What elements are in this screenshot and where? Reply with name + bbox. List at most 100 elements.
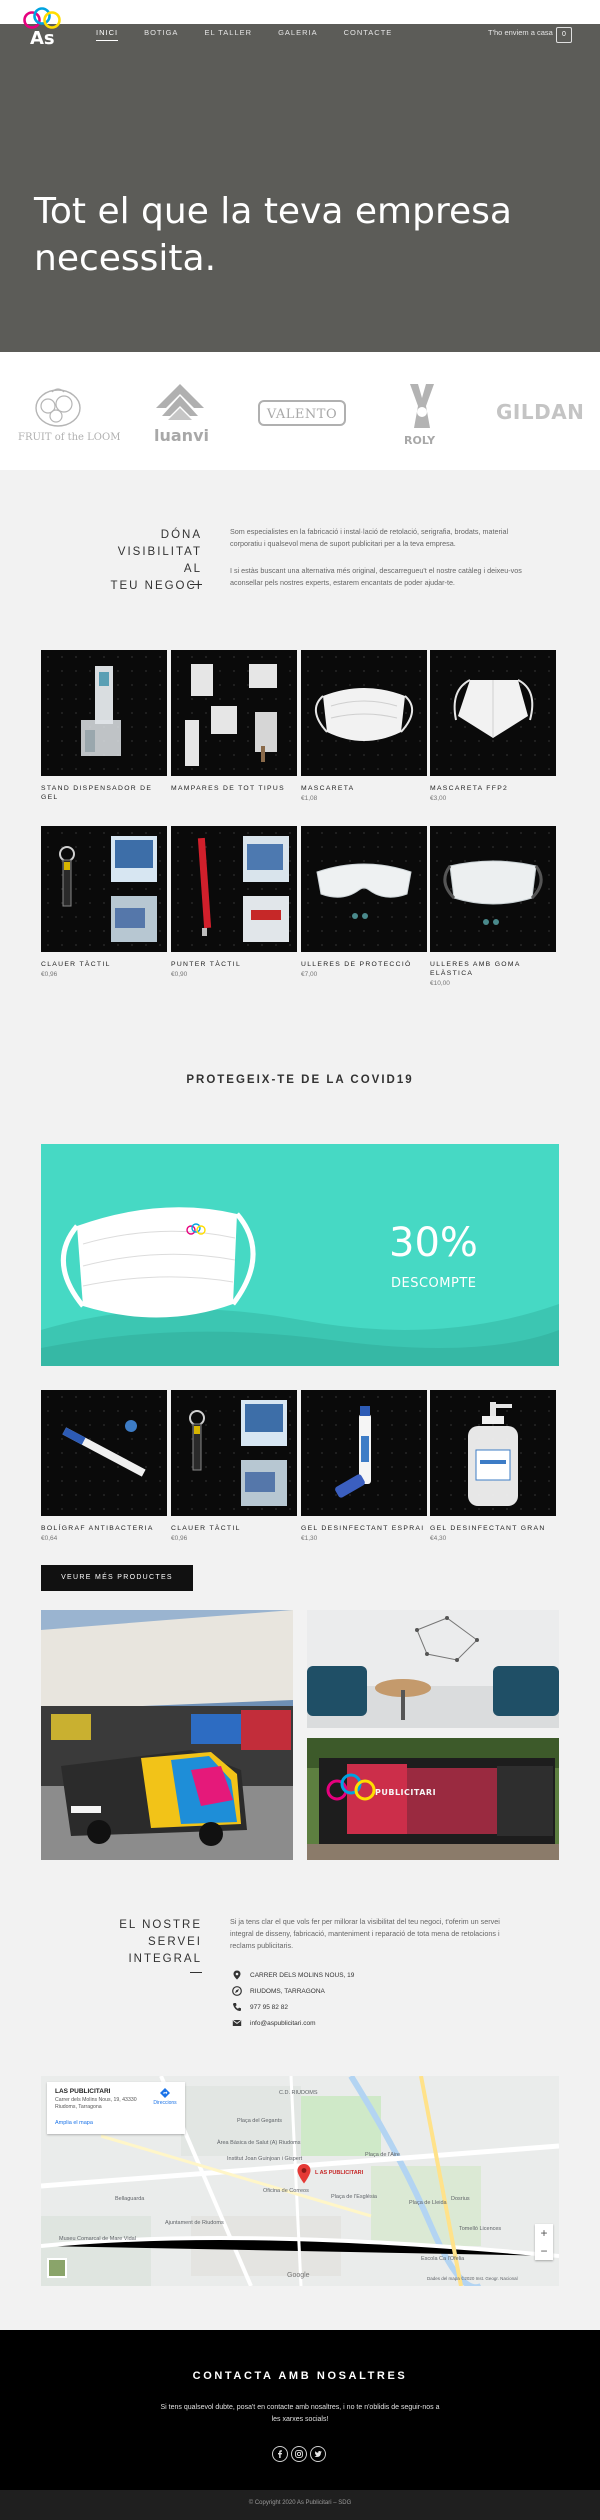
- top-strip: [0, 0, 600, 24]
- brand-luanvi-text: luanvi: [154, 426, 209, 445]
- shipping-note[interactable]: T'ho enviem a casa: [488, 28, 553, 37]
- product-card[interactable]: MASCARETA €1,08: [301, 650, 427, 802]
- enlarge-map-link[interactable]: Amplia el mapa: [55, 2120, 93, 2126]
- product-price: €0,64: [41, 1535, 58, 1542]
- instagram-icon[interactable]: [291, 2446, 307, 2462]
- product-name[interactable]: ULLERES DE PROTECCIÓ: [301, 960, 427, 969]
- luanvi-logo-icon: [156, 384, 204, 420]
- product-image[interactable]: [41, 826, 167, 952]
- site-logo[interactable]: As: [18, 6, 70, 54]
- directions-button[interactable]: Direccions: [151, 2088, 179, 2106]
- nav-el-taller[interactable]: EL TALLER: [204, 28, 252, 41]
- phone-text[interactable]: 977 95 82 82: [250, 2004, 288, 2011]
- brand-valento-text: VALENTO: [266, 407, 338, 422]
- product-name[interactable]: GEL DESINFECTANT ESPRAI: [301, 1524, 427, 1533]
- see-more-products-button[interactable]: VEURE MÉS PRODUCTES: [41, 1565, 193, 1591]
- map-attribution[interactable]: Dades del mapa ©2020 Inst. Geogr. Nacion…: [427, 2276, 518, 2281]
- map-label: Museu Comarcal de Mare Vidal: [59, 2236, 136, 2242]
- product-card[interactable]: STAND DISPENSADOR DE GEL: [41, 650, 167, 804]
- product-image[interactable]: [301, 1390, 427, 1516]
- nav-inici[interactable]: INICI: [96, 28, 119, 41]
- product-image[interactable]: [430, 1390, 556, 1516]
- product-image[interactable]: [41, 1390, 167, 1516]
- nav-contacte[interactable]: CONTACTE: [344, 28, 393, 41]
- product-name[interactable]: CLAUER TÀCTIL: [41, 960, 167, 969]
- map-label: Ajuntament de Riudoms: [165, 2220, 224, 2226]
- product-name[interactable]: MAMPARES DE TOT TIPUS: [171, 784, 297, 793]
- nav-botiga[interactable]: BOTIGA: [144, 28, 178, 41]
- product-image[interactable]: [301, 826, 427, 952]
- product-card[interactable]: BOLÍGRAF ANTIBACTERIA €0,64: [41, 1390, 167, 1542]
- photo-graffiti-stand[interactable]: PUBLICITARI: [307, 1738, 559, 1860]
- product-price: €0,96: [41, 971, 58, 978]
- satellite-toggle[interactable]: [47, 2258, 67, 2278]
- map-pin-icon[interactable]: [297, 2164, 311, 2184]
- product-price: €10,00: [430, 980, 450, 987]
- product-image[interactable]: [430, 826, 556, 952]
- zoom-out-button[interactable]: −: [535, 2242, 553, 2260]
- brand-fruit-of-the-loom: FRUIT of the LOOM: [18, 382, 120, 448]
- facebook-icon[interactable]: [272, 2446, 288, 2462]
- product-card[interactable]: PUNTER TÀCTIL €0,90: [171, 826, 297, 978]
- map-label: Àrea Bàsica de Salut (A) Riudoms: [217, 2140, 301, 2146]
- product-card[interactable]: MASCARETA FFP2 €3,00: [430, 650, 556, 802]
- product-name[interactable]: GEL DESINFECTANT GRAN: [430, 1524, 556, 1533]
- product-card[interactable]: GEL DESINFECTANT GRAN €4,30: [430, 1390, 556, 1542]
- twitter-icon[interactable]: [310, 2446, 326, 2462]
- map-label: Plaça de l'Església: [331, 2194, 377, 2200]
- intro-paragraph-1: Som especialistes en la fabricació i ins…: [230, 527, 509, 548]
- product-name[interactable]: ULLERES AMB GOMA ELÀSTICA: [430, 960, 556, 978]
- product-image[interactable]: [171, 650, 297, 776]
- product-image[interactable]: [171, 826, 297, 952]
- product-card[interactable]: CLAUER TÀCTIL €0,96: [41, 826, 167, 978]
- social-links: [272, 2446, 326, 2462]
- brand-valento: VALENTO: [258, 400, 346, 426]
- product-card[interactable]: ULLERES DE PROTECCIÓ €7,00: [301, 826, 427, 978]
- service-heading-line-3: INTEGRAL: [128, 1953, 202, 1965]
- map-pin-label: L AS PUBLICITARI: [315, 2170, 364, 2176]
- map-label: Institut Joan Guinjoan i Gispert: [227, 2156, 303, 2162]
- product-name[interactable]: PUNTER TÀCTIL: [171, 960, 297, 969]
- brand-luanvi: luanvi: [148, 380, 212, 448]
- product-card[interactable]: CLAUER TÀCTIL €0,96: [171, 1390, 297, 1542]
- product-card[interactable]: GEL DESINFECTANT ESPRAI €1,30: [301, 1390, 427, 1542]
- nav-galeria[interactable]: GALERIA: [278, 28, 318, 41]
- product-image[interactable]: [171, 1390, 297, 1516]
- city-text: RIUDOMS, TARRAGONA: [250, 1987, 325, 1995]
- google-logo: Google: [287, 2272, 310, 2279]
- city-row: RIUDOMS, TARRAGONA: [232, 1986, 325, 1996]
- product-name[interactable]: MASCARETA: [301, 784, 427, 793]
- intro-heading: DÓNA VISIBILITAT AL TEU NEGOCI: [110, 527, 202, 595]
- product-image[interactable]: [41, 650, 167, 776]
- intro-heading-rule: [190, 584, 202, 585]
- product-name[interactable]: CLAUER TÀCTIL: [171, 1524, 297, 1533]
- zoom-in-button[interactable]: +: [535, 2224, 553, 2242]
- map-card-address: Carrer dels Molins Nous, 19, 43330 Riudo…: [55, 2097, 137, 2110]
- product-price: €7,00: [301, 971, 318, 978]
- footer-title: CONTACTA AMB NOSALTRES: [192, 2370, 408, 2382]
- product-image[interactable]: [301, 650, 427, 776]
- map-label: Escola Ca l'Ofelia: [421, 2256, 465, 2262]
- hero-title: Tot el que la teva empresa necessita.: [34, 191, 512, 279]
- product-name[interactable]: MASCARETA FFP2: [430, 784, 556, 793]
- location-map[interactable]: LAS PUBLICITARI Carrer dels Molins Nous,…: [41, 2076, 559, 2286]
- main-nav: INICI BOTIGA EL TALLER GALERIA CONTACTE: [96, 28, 418, 41]
- service-heading-rule: [190, 1972, 202, 1973]
- brand-roly-text: ROLY: [404, 434, 436, 447]
- banner-percentage: 30%: [389, 1220, 478, 1266]
- product-card[interactable]: ULLERES AMB GOMA ELÀSTICA €10,00: [430, 826, 556, 987]
- cart-button[interactable]: 0: [556, 27, 572, 43]
- product-image[interactable]: [430, 650, 556, 776]
- phone-row[interactable]: 977 95 82 82: [232, 2002, 288, 2012]
- email-text[interactable]: info@aspublicitari.com: [250, 2020, 316, 2027]
- covid-discount-banner[interactable]: 30% DESCOMPTE: [41, 1144, 559, 1366]
- product-card[interactable]: MAMPARES DE TOT TIPUS: [171, 650, 297, 795]
- directions-icon: [160, 2088, 170, 2098]
- map-label: Dosrius: [451, 2196, 470, 2202]
- product-name[interactable]: BOLÍGRAF ANTIBACTERIA: [41, 1524, 167, 1533]
- product-name[interactable]: STAND DISPENSADOR DE GEL: [41, 784, 167, 802]
- stand-sign-text: PUBLICITARI: [375, 1788, 437, 1797]
- photo-branded-van[interactable]: [41, 1610, 293, 1860]
- photo-office-interior[interactable]: [307, 1610, 559, 1728]
- email-row[interactable]: info@aspublicitari.com: [232, 2018, 316, 2028]
